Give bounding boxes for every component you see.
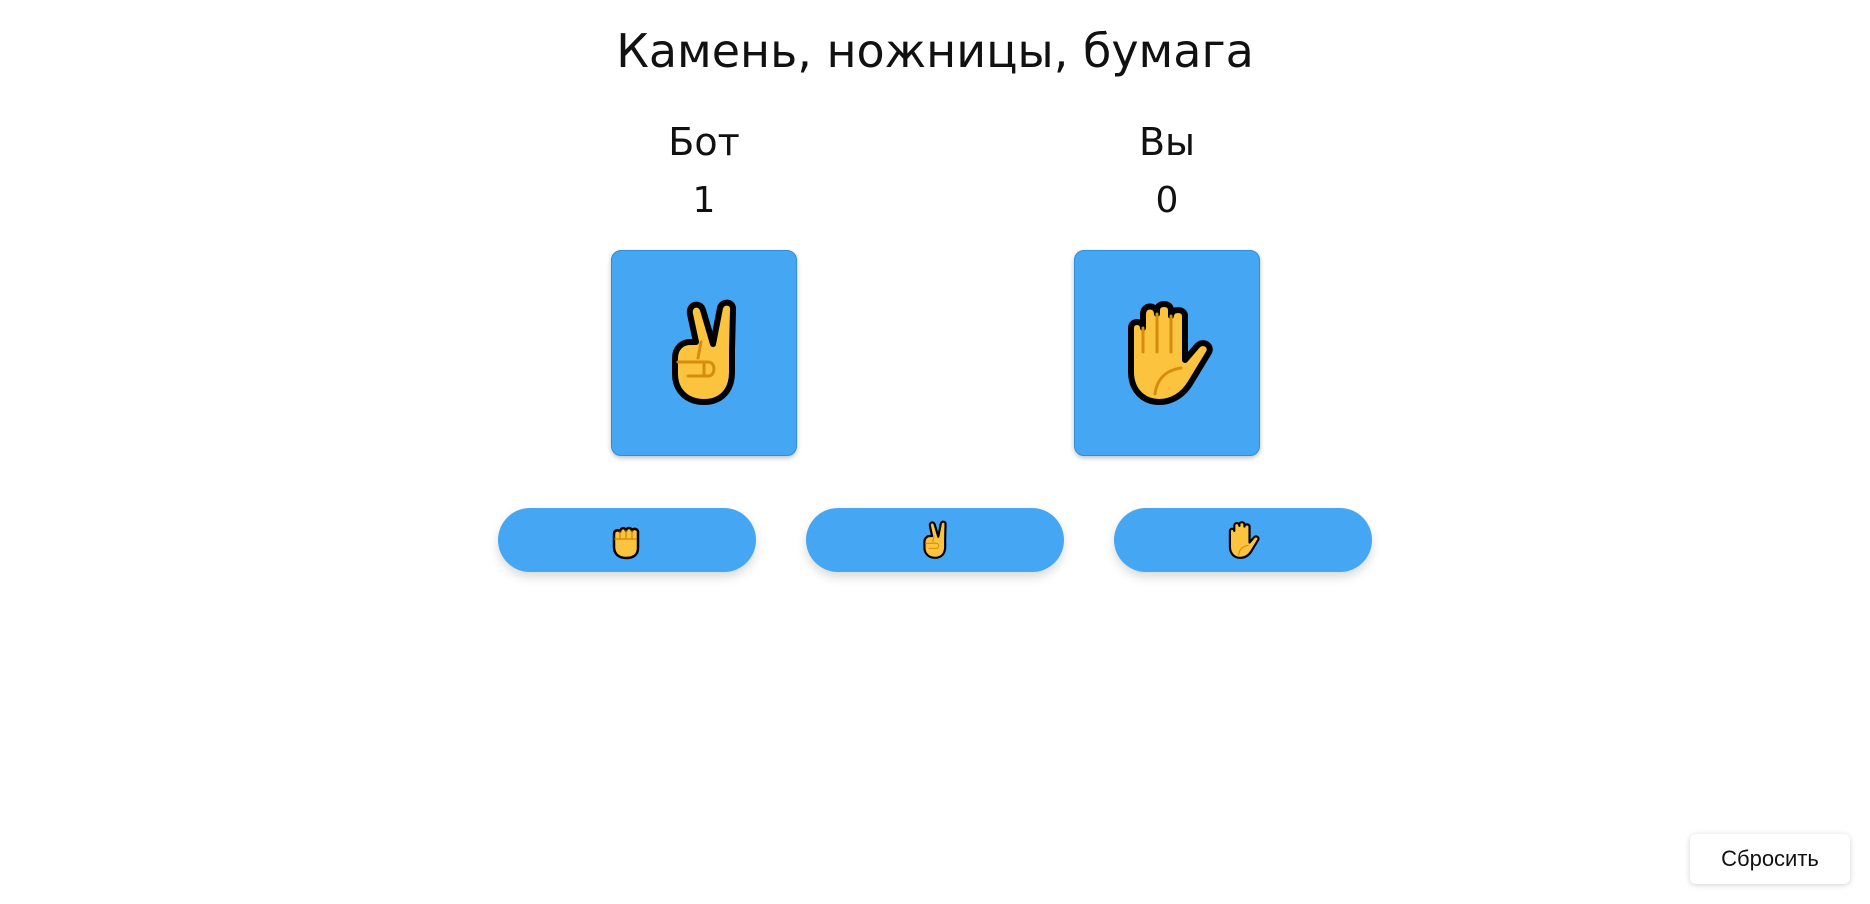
bot-name: Бот: [668, 120, 740, 164]
player-name: Вы: [1138, 120, 1196, 164]
scissors-button[interactable]: [806, 508, 1064, 572]
victory-hand-icon: [919, 520, 951, 560]
paper-button[interactable]: [1114, 508, 1372, 572]
bot-panel: Бот 1: [611, 118, 797, 456]
player-panel: Вы 0: [1074, 118, 1260, 456]
game-page: Камень, ножницы, бумага Бот 1 Вы 0 Сброс…: [0, 0, 1870, 904]
player-choice-card: [1074, 250, 1260, 456]
page-title: Камень, ножницы, бумага: [616, 24, 1254, 78]
player-score: 0: [1155, 180, 1179, 221]
raised-fist-icon: [609, 520, 645, 560]
bot-score: 1: [692, 180, 716, 221]
rock-button[interactable]: [498, 508, 756, 572]
victory-hand-icon: [668, 298, 740, 408]
reset-button[interactable]: Сбросить: [1690, 834, 1850, 884]
raised-hand-icon: [1225, 520, 1261, 560]
choice-controls: [0, 508, 1870, 572]
bot-choice-card: [611, 250, 797, 456]
raised-hand-icon: [1119, 298, 1215, 408]
